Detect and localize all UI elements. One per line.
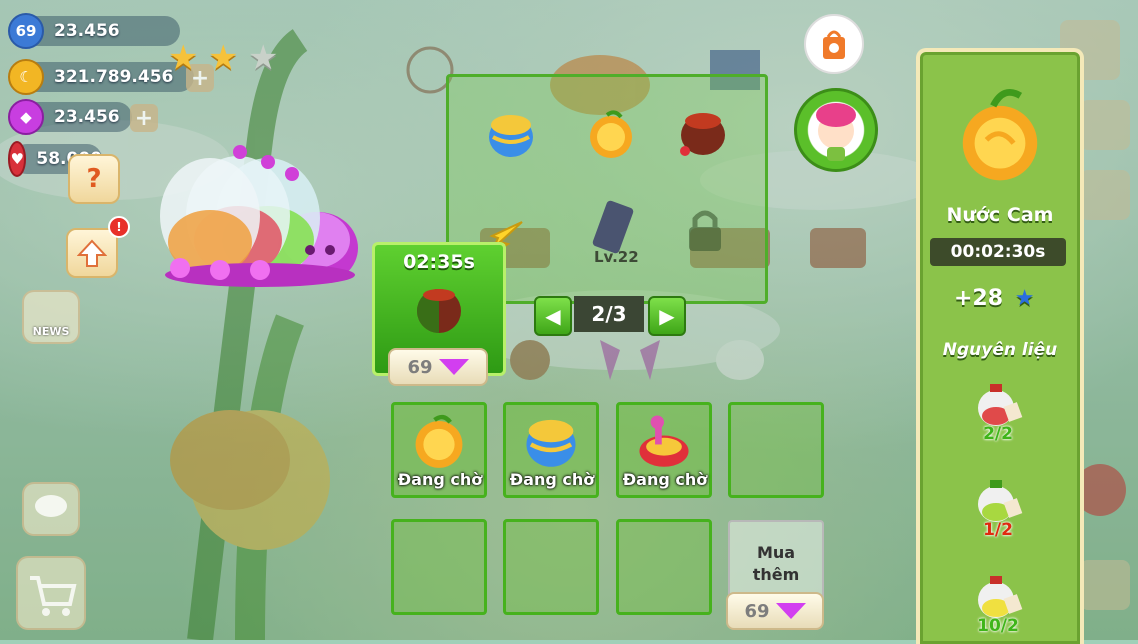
ingredient-count: 2/2 <box>966 424 1030 444</box>
upgrade-button[interactable] <box>66 228 118 278</box>
red-potion-icon <box>639 415 689 467</box>
queue-slot-empty[interactable] <box>728 402 824 498</box>
rating-star-empty-icon: ★ <box>248 38 279 78</box>
lime-jar-icon <box>978 480 1023 522</box>
ingredient-item: 1/2 <box>966 476 1030 540</box>
ingredient-count: 10/2 <box>966 616 1030 636</box>
padlock-icon <box>689 210 721 251</box>
ingredient-count: 1/2 <box>966 520 1030 540</box>
recipe-slot-locked[interactable] <box>659 197 755 293</box>
help-label: ? <box>86 164 102 194</box>
heart-icon: ♥ <box>8 141 27 177</box>
chat-bubble-icon <box>35 495 67 517</box>
ingredient-count-value: 10/2 <box>977 616 1019 636</box>
orange-juice-icon <box>590 110 632 158</box>
orange-juice-icon <box>415 414 463 468</box>
product-detail-panel: Nước Cam 00:02:30s +28 ★ Nguyên liệu 2/2… <box>916 48 1084 644</box>
blue-jar-icon <box>526 419 576 467</box>
xp-star-icon: ★ <box>1014 286 1035 311</box>
level-star-icon: 69 <box>8 13 44 49</box>
recipe-slot-blue-jar[interactable] <box>463 89 559 185</box>
strawberry-jar-icon <box>978 384 1023 426</box>
level-stars-bar: 69 23.456 <box>8 13 180 49</box>
arrow-right-icon: ▶ <box>659 304 675 328</box>
recipe-slot-locked-level[interactable] <box>567 193 663 289</box>
speedup-gem-button[interactable]: 69 <box>388 348 488 386</box>
required-level-label: Lv.22 <box>594 248 639 266</box>
stars-value: 23.456 <box>54 21 120 41</box>
recipe-pager: ◀ 2/3 ▶ <box>534 296 686 336</box>
prev-page-button[interactable]: ◀ <box>534 296 572 336</box>
juice-machine[interactable] <box>160 140 360 290</box>
next-page-button[interactable]: ▶ <box>648 296 686 336</box>
queue-slot-empty[interactable] <box>503 519 599 615</box>
ingredient-item: 10/2 <box>966 572 1030 636</box>
recipe-slot-chocolate-cake[interactable] <box>653 89 749 185</box>
buy-more-cost: 69 <box>744 600 770 622</box>
queue-status-label: Đang chờ <box>397 470 483 489</box>
buy-more-label-2: thêm <box>752 565 800 584</box>
buy-more-label: Mua <box>756 543 796 562</box>
gem-icon: ◆ <box>8 99 44 135</box>
fairy-avatar[interactable] <box>794 88 878 172</box>
rating-star-icon: ★ <box>208 38 239 78</box>
gem-icon <box>775 603 806 619</box>
queue-slot[interactable]: Đang chờ <box>391 402 487 498</box>
orange-juice-icon <box>962 89 1038 181</box>
gems-value: 23.456 <box>54 107 120 127</box>
product-name: Nước Cam <box>946 204 1054 226</box>
coins-bar: ☾ 321.789.456 <box>8 59 194 95</box>
product-duration: 00:02:30s <box>930 238 1066 266</box>
gems-bar: ◆ 23.456 <box>8 99 132 135</box>
ingredients-title: Nguyên liệu <box>942 340 1058 360</box>
shopping-cart-icon <box>30 576 77 616</box>
chat-button[interactable] <box>22 482 80 536</box>
arrow-left-icon: ◀ <box>545 304 561 328</box>
queue-slot[interactable]: Đang chờ <box>503 402 599 498</box>
recipe-slot-orange-juice[interactable] <box>563 89 659 185</box>
queue-slot[interactable]: Đang chờ <box>616 402 712 498</box>
speedup-cost: 69 <box>407 356 433 378</box>
ingredient-count-value: 1/2 <box>983 520 1013 540</box>
notification-badge: ! <box>108 216 130 238</box>
gem-icon <box>438 359 469 375</box>
level-value: 69 <box>15 22 37 40</box>
fairy-character-icon <box>816 103 856 161</box>
page-indicator: 2/3 <box>574 296 644 332</box>
queue-status-label: Đang chờ <box>622 470 708 489</box>
chocolate-jar-icon <box>680 113 725 156</box>
blue-jar-icon <box>489 115 533 157</box>
xp-reward: +28 ★ <box>954 286 1034 311</box>
coin-icon: ☾ <box>8 59 44 95</box>
help-button[interactable]: ? <box>68 154 120 204</box>
add-gems-button[interactable]: + <box>130 104 158 132</box>
order-bubble[interactable] <box>804 14 864 74</box>
xp-reward-value: +28 <box>954 286 1004 311</box>
crafting-timer: 02:35s <box>403 251 475 273</box>
chocolate-jar-icon <box>417 289 461 333</box>
news-label: NEWS <box>32 325 70 338</box>
news-button[interactable]: NEWS <box>22 290 80 344</box>
queue-slot-empty[interactable] <box>616 519 712 615</box>
coins-value: 321.789.456 <box>54 67 174 87</box>
shop-button[interactable] <box>16 556 86 630</box>
ingredient-count-value: 2/2 <box>983 424 1013 444</box>
ingredient-item: 2/2 <box>966 380 1030 444</box>
buy-more-gem-button[interactable]: 69 <box>726 592 824 630</box>
rating-star-icon: ★ <box>168 38 199 78</box>
queue-status-label: Đang chờ <box>509 470 595 489</box>
queue-slot-empty[interactable] <box>391 519 487 615</box>
arrow-up-icon <box>77 239 107 267</box>
lemon-jar-icon <box>978 576 1023 618</box>
shopping-bag-icon <box>823 30 845 59</box>
